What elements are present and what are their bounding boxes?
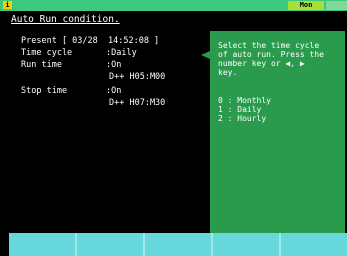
function-key-4[interactable] — [213, 233, 281, 256]
help-panel: Select the time cycle of auto run. Press… — [210, 31, 345, 233]
time-cycle-label: Time cycle — [21, 48, 73, 58]
page-title: Auto Run condition. — [11, 14, 120, 25]
function-key-2[interactable] — [77, 233, 145, 256]
option-monthly: 0 : Monthly — [218, 96, 271, 105]
run-time-label: Run time — [21, 60, 62, 70]
option-daily: 1 : Daily — [218, 105, 262, 114]
run-time-on[interactable]: :On — [106, 60, 121, 70]
function-key-5[interactable] — [281, 233, 347, 256]
status-indicator — [326, 1, 347, 10]
function-key-bar — [9, 233, 347, 256]
info-icon: i — [3, 1, 12, 9]
help-line-2: of auto run. Press the — [218, 50, 324, 59]
option-hourly: 2 : Hourly — [218, 114, 267, 123]
present-time: Present [ 03/28 14:52:08 ] — [21, 36, 160, 46]
stop-time-value[interactable]: D++ H07:M30 — [109, 98, 165, 108]
function-key-3[interactable] — [145, 233, 213, 256]
mode-badge: Mon — [288, 1, 324, 10]
help-line-1: Select the time cycle — [218, 41, 320, 50]
function-key-1[interactable] — [9, 233, 77, 256]
help-line-4: key. — [218, 68, 238, 77]
stop-time-on[interactable]: :On — [106, 86, 121, 96]
help-line-3: number key or ◀, ▶ — [218, 59, 305, 68]
time-cycle-value[interactable]: :Daily — [106, 48, 137, 58]
status-bar: i Mon — [0, 0, 347, 11]
pointer-arrow-icon — [201, 51, 210, 59]
run-time-value[interactable]: D++ H05:M00 — [109, 72, 165, 82]
stop-time-label: Stop time — [21, 86, 68, 96]
